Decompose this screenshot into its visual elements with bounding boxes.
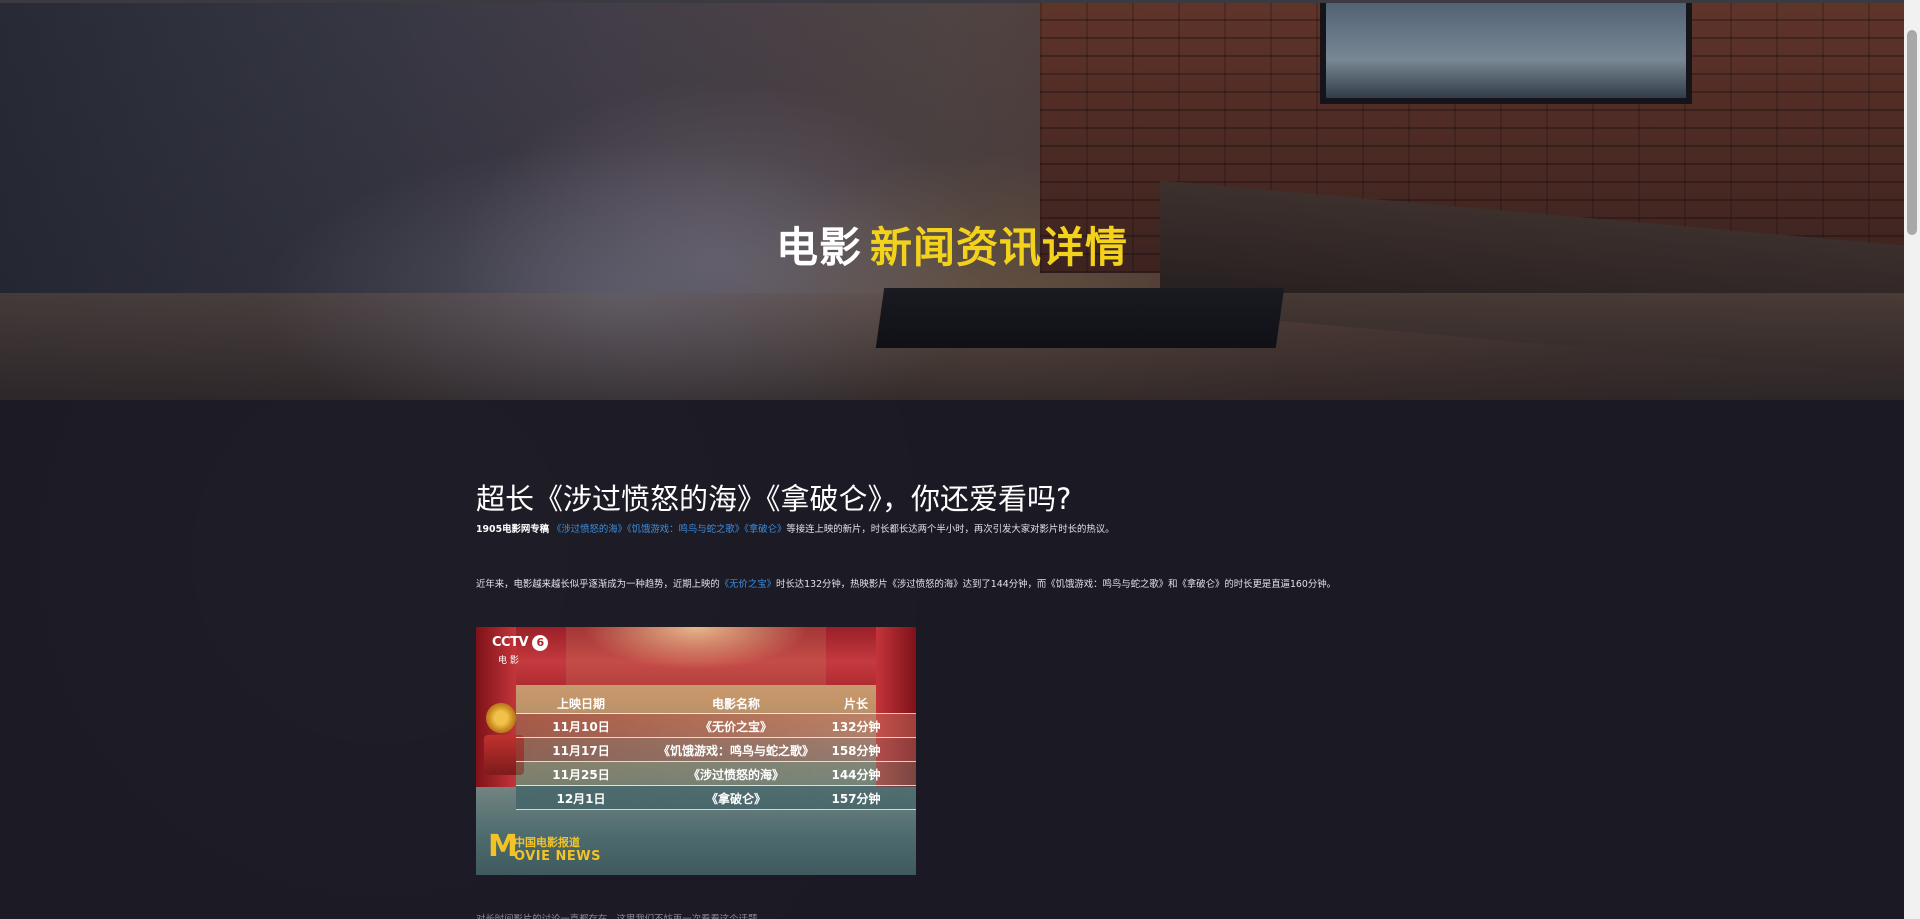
row-date: 12月1日 [556,792,606,806]
hero-overlay [0,3,1904,400]
hero-title: 电影 新闻资讯详情 [0,214,1904,275]
schedule-row: 11月25日 《涉过愤怒的海》 144分钟 [516,762,916,786]
film-link-hunger-games[interactable]: 《饥饿游戏：鸣鸟与蛇之歌》 [627,524,744,535]
row-film: 《涉过愤怒的海》 [687,768,784,782]
cctv-subtitle: 电 影 [498,656,519,666]
article-source: 1905电影网专稿 [476,524,549,535]
movie-news-logo-cn: 中国电影报道 [514,836,580,849]
row-film: 《饥饿游戏：鸣鸟与蛇之歌》 [657,744,814,758]
film-link-sea[interactable]: 《涉过愤怒的海》 [552,524,627,535]
scrollbar-thumb[interactable] [1907,30,1917,235]
row-date: 11月10日 [552,720,610,734]
schedule-row: 11月10日 《无价之宝》 132分钟 [516,714,916,738]
schedule-table: 上映日期 电影名称 片长 11月10日 《无价之宝》 132分钟 11月17日 … [516,691,916,810]
row-runtime: 157分钟 [831,792,881,806]
film-reel-icon [486,703,516,733]
article-paragraph: 近年来，电影越来越长似乎逐渐成为一种趋势，近期上映的《无价之宝》时长达132分钟… [476,576,1336,590]
article-lead: 1905电影网专稿 《涉过愤怒的海》《饥饿游戏：鸣鸟与蛇之歌》《拿破仑》等接连上… [476,521,1114,535]
row-film: 《拿破仑》 [705,792,766,806]
schedule-row: 12月1日 《拿破仑》 157分钟 [516,786,916,810]
row-date: 11月17日 [552,744,610,758]
cctv-text: CCTV [492,635,529,650]
row-runtime: 132分钟 [831,720,881,734]
hero-banner: 电影 新闻资讯详情 [0,3,1904,400]
release-schedule-image: CCTV 6 电 影 上映日期 电影名称 片长 11月10日 《无价之宝》 132… [476,627,916,875]
film-link-napoleon[interactable]: 《拿破仑》 [744,524,786,535]
film-link-priceless[interactable]: 《无价之宝》 [720,579,776,590]
article-title: 超长《涉过愤怒的海》《拿破仑》，你还爱看吗? [476,482,1072,516]
cctv6-logo: CCTV 6 [492,635,549,651]
schedule-header-row: 上映日期 电影名称 片长 [516,691,916,714]
article-content: 超长《涉过愤怒的海》《拿破仑》，你还爱看吗? 1905电影网专稿 《涉过愤怒的海… [0,400,1904,919]
cctv-channel-number: 6 [532,635,549,651]
page-scrollbar[interactable] [1904,0,1920,919]
hero-title-yellow: 新闻资讯详情 [870,223,1129,273]
paragraph-before: 近年来，电影越来越长似乎逐渐成为一种趋势，近期上映的 [476,579,720,590]
header-release-date: 上映日期 [556,697,605,711]
header-film-name: 电影名称 [711,697,760,711]
article-lead-rest: 等接连上映的新片，时长都长达两个半小时，再次引发大家对影片时长的热议。 [786,524,1115,535]
movie-news-logo-en: OVIE NEWS [514,849,601,864]
paragraph-after: 时长达132分钟，热映影片《涉过愤怒的海》达到了144分钟，而《饥饿游戏：鸣鸟与… [776,579,1336,590]
header-runtime: 片长 [843,697,868,711]
row-film: 《无价之宝》 [699,720,772,734]
movie-news-logo: M 中国电影报道 OVIE NEWS [488,832,608,866]
hero-title-white: 电影 [775,223,862,273]
row-date: 11月25日 [552,768,610,782]
article-next-paragraph: 对长时间影片的讨论一直都存在，这里我们不妨再一次看看这个话题 [476,913,757,919]
row-runtime: 144分钟 [831,768,881,782]
schedule-row: 11月17日 《饥饿游戏：鸣鸟与蛇之歌》 158分钟 [516,738,916,762]
row-runtime: 158分钟 [831,744,881,758]
